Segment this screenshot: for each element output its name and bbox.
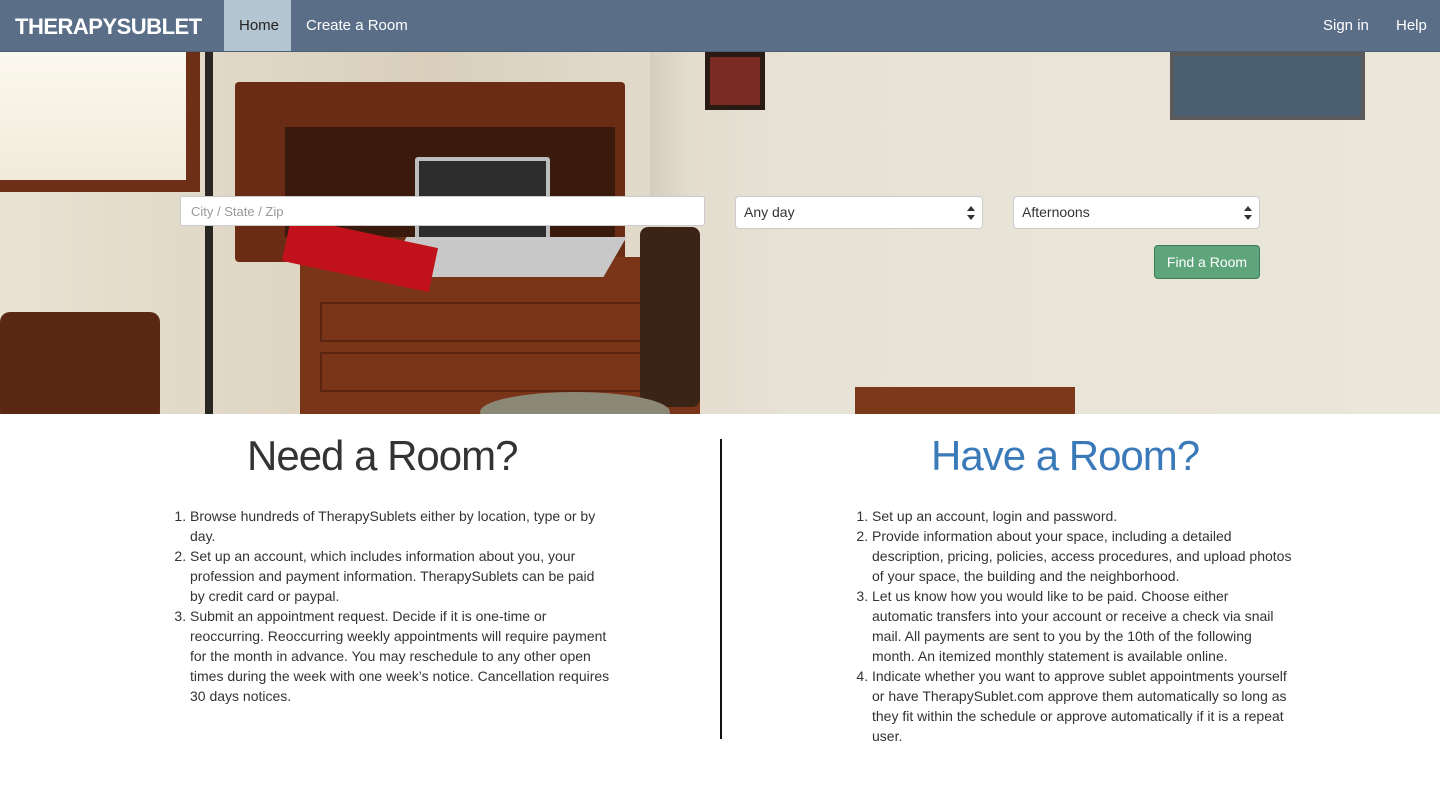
day-select[interactable]: Any day — [735, 196, 983, 229]
need-room-heading: Need a Room? — [247, 432, 518, 479]
time-of-day-select[interactable]: Afternoons — [1013, 196, 1260, 229]
nav-sign-in[interactable]: Sign in — [1308, 0, 1384, 51]
select-arrows-icon — [967, 206, 975, 220]
hero-banner-image — [0, 52, 1440, 414]
time-select-value: Afternoons — [1022, 204, 1090, 220]
nav-help[interactable]: Help — [1381, 0, 1440, 51]
list-item: Set up an account, which includes inform… — [190, 546, 610, 606]
list-item: Indicate whether you want to approve sub… — [872, 666, 1292, 746]
list-item: Provide information about your space, in… — [872, 526, 1292, 586]
top-navbar: THERAPYSUBLET Home Create a Room Sign in… — [0, 0, 1440, 52]
find-room-button[interactable]: Find a Room — [1154, 245, 1260, 279]
day-select-value: Any day — [744, 204, 795, 220]
nav-home[interactable]: Home — [224, 0, 291, 51]
brand-logo[interactable]: THERAPYSUBLET — [15, 14, 202, 40]
nav-create-room[interactable]: Create a Room — [291, 0, 423, 51]
select-arrows-icon — [1244, 206, 1252, 220]
list-item: Let us know how you would like to be pai… — [872, 586, 1292, 666]
list-item: Browse hundreds of TherapySublets either… — [190, 506, 610, 546]
have-room-steps: Set up an account, login and password. P… — [852, 506, 1292, 746]
column-divider — [720, 439, 722, 739]
location-search-input[interactable] — [180, 196, 705, 226]
list-item: Set up an account, login and password. — [872, 506, 1292, 526]
hero-window — [0, 52, 200, 192]
have-room-heading: Have a Room? — [931, 432, 1200, 479]
need-room-steps: Browse hundreds of TherapySublets either… — [170, 506, 610, 706]
list-item: Submit an appointment request. Decide if… — [190, 606, 610, 706]
